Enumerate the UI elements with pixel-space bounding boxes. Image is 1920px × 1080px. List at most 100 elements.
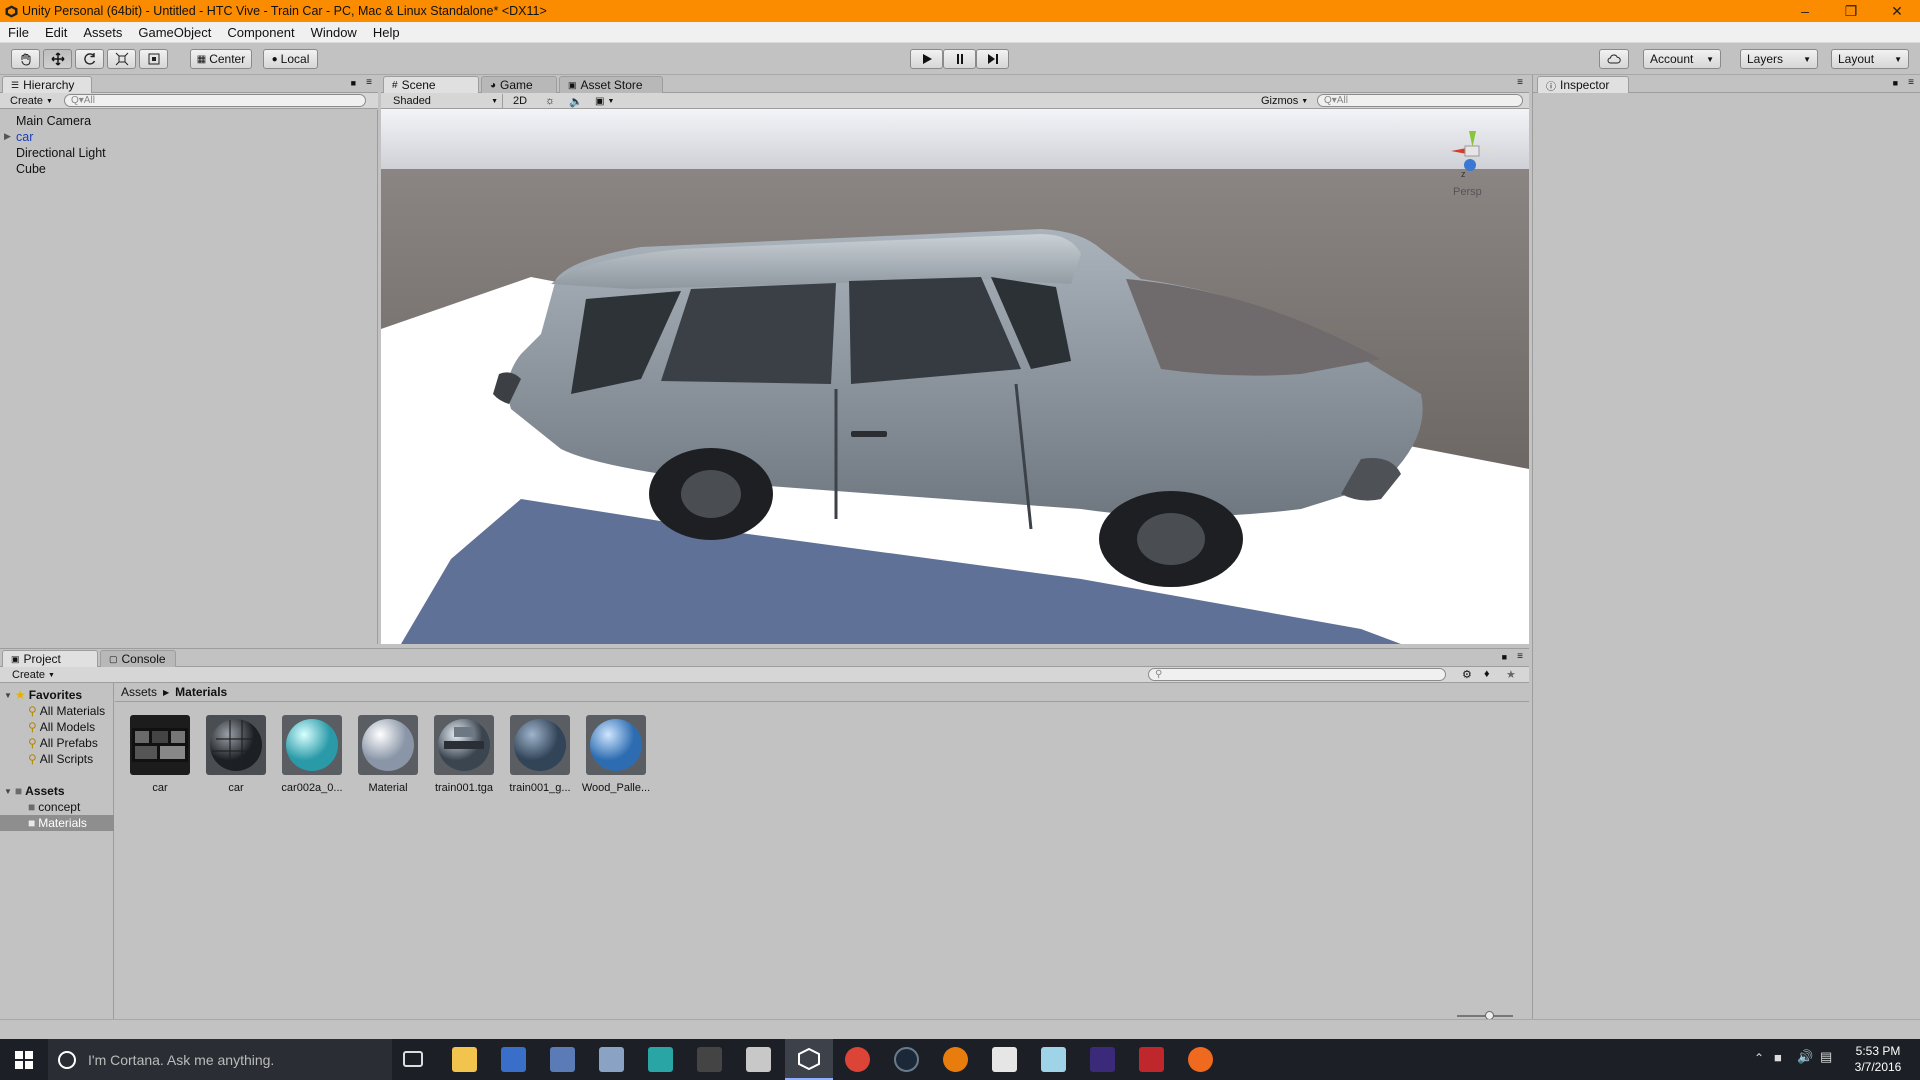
cloud-button[interactable] (1599, 49, 1629, 69)
hierarchy-search-input[interactable]: Q▾All (64, 94, 366, 107)
close-button[interactable]: ✕ (1874, 0, 1920, 22)
menu-component[interactable]: Component (219, 25, 302, 40)
filter-label-icon[interactable]: ♦ (1484, 668, 1490, 680)
asset-item[interactable]: car002a_0... (277, 715, 347, 794)
app-icon-8[interactable] (1188, 1047, 1213, 1072)
layers-dropdown[interactable]: Layers ▼ (1740, 49, 1818, 69)
star-icon[interactable]: ★ (1506, 668, 1516, 681)
zoom-slider[interactable] (1457, 1011, 1513, 1020)
tab-inspector[interactable]: ⓘ Inspector (1537, 76, 1629, 93)
app-icon-7[interactable] (1139, 1047, 1164, 1072)
hand-tool-button[interactable] (11, 49, 40, 69)
unity-taskbar-active[interactable] (785, 1039, 833, 1080)
calculator-icon[interactable] (746, 1047, 771, 1072)
app-icon-5[interactable] (1041, 1047, 1066, 1072)
lock-icon[interactable]: ■ (1502, 652, 1507, 662)
asset-item[interactable]: car (201, 715, 271, 794)
volume-icon[interactable]: 🔊 (1797, 1049, 1813, 1065)
hierarchy-item-directional-light[interactable]: Directional Light (16, 146, 106, 160)
tab-scene[interactable]: # Scene (383, 76, 479, 93)
audio-toggle[interactable]: 🔈 (565, 94, 587, 108)
steam-icon[interactable] (894, 1047, 919, 1072)
task-view-icon[interactable] (403, 1051, 423, 1067)
favorite-all-scripts[interactable]: ⚲ All Scripts (28, 751, 93, 767)
blender-icon[interactable] (943, 1047, 968, 1072)
lighting-toggle[interactable]: ☼ (541, 94, 559, 108)
tab-console[interactable]: ▢ Console (100, 650, 176, 667)
menu-gameobject[interactable]: GameObject (130, 25, 219, 40)
folder-concept[interactable]: ■ concept (28, 799, 80, 815)
store-icon[interactable] (501, 1047, 526, 1072)
breadcrumb-materials[interactable]: Materials (175, 685, 227, 699)
7zip-icon[interactable] (992, 1047, 1017, 1072)
assets-root-row[interactable]: ▼ ■ Assets (4, 783, 65, 799)
gizmos-dropdown[interactable]: Gizmos ▼ (1257, 94, 1312, 108)
project-create-dropdown[interactable]: Create ▼ (8, 668, 59, 682)
chrome-icon[interactable] (845, 1047, 870, 1072)
clock[interactable]: 5:53 PM 3/7/2016 (1846, 1043, 1910, 1075)
scene-search-input[interactable]: Q▾All (1317, 94, 1523, 107)
shading-dropdown[interactable]: Shaded ▼ (389, 94, 503, 108)
scene-viewport[interactable]: z Persp (381, 109, 1529, 644)
move-tool-button[interactable] (43, 49, 72, 69)
folder-materials[interactable]: ■ Materials (0, 815, 114, 831)
maximize-button[interactable]: ❐ (1828, 0, 1874, 22)
asset-item[interactable]: car (125, 715, 195, 794)
panel-menu-icon[interactable]: ≡ (366, 77, 372, 88)
filter-type-icon[interactable]: ⚙ (1462, 668, 1472, 681)
cortana-search-box[interactable]: I'm Cortana. Ask me anything. (48, 1039, 392, 1080)
play-button[interactable] (910, 49, 943, 69)
lock-icon[interactable]: ■ (1893, 78, 1898, 88)
expand-arrow-icon[interactable]: ▶ (4, 131, 11, 142)
menu-window[interactable]: Window (303, 25, 365, 40)
app-icon-2[interactable] (599, 1047, 624, 1072)
layout-dropdown[interactable]: Layout ▼ (1831, 49, 1909, 69)
start-button[interactable] (0, 1039, 48, 1080)
tab-asset-store[interactable]: ▣ Asset Store (559, 76, 663, 93)
menu-file[interactable]: File (0, 25, 37, 40)
asset-item[interactable]: Wood_Palle... (581, 715, 651, 794)
rotate-tool-button[interactable] (75, 49, 104, 69)
tab-project[interactable]: ▣ Project (2, 650, 98, 667)
project-search-input[interactable]: ⚲ (1148, 668, 1446, 681)
lock-icon[interactable]: ■ (351, 78, 356, 88)
rect-tool-button[interactable] (139, 49, 168, 69)
hierarchy-create-dropdown[interactable]: Create ▼ (6, 94, 57, 108)
asset-item[interactable]: Material (353, 715, 423, 794)
hierarchy-item-car[interactable]: car (16, 130, 33, 144)
favorite-all-models[interactable]: ⚲ All Models (28, 719, 95, 735)
app-icon-1[interactable] (550, 1047, 575, 1072)
menu-help[interactable]: Help (365, 25, 408, 40)
mode-2d-toggle[interactable]: 2D (509, 94, 531, 108)
favorite-all-materials[interactable]: ⚲ All Materials (28, 703, 105, 719)
tab-game[interactable]: ◕ Game (481, 76, 557, 93)
account-dropdown[interactable]: Account ▼ (1643, 49, 1721, 69)
network-icon[interactable]: ■ (1774, 1050, 1782, 1065)
asset-item[interactable]: train001_g... (505, 715, 575, 794)
panel-menu-icon[interactable]: ≡ (1517, 651, 1523, 662)
asset-item[interactable]: train001.tga (429, 715, 499, 794)
space-local-button[interactable]: ● Local (263, 49, 318, 69)
chevron-up-icon[interactable]: ⌃ (1754, 1051, 1764, 1065)
pause-button[interactable] (943, 49, 976, 69)
menu-assets[interactable]: Assets (75, 25, 130, 40)
favorite-all-prefabs[interactable]: ⚲ All Prefabs (28, 735, 98, 751)
breadcrumb-assets[interactable]: Assets (121, 685, 157, 699)
pivot-center-button[interactable]: ▦ Center (190, 49, 252, 69)
favorites-row[interactable]: ▼ ★ Favorites (4, 687, 82, 703)
app-icon-4[interactable] (697, 1047, 722, 1072)
app-icon-6[interactable] (1090, 1047, 1115, 1072)
step-button[interactable] (976, 49, 1009, 69)
file-explorer-icon[interactable] (452, 1047, 477, 1072)
hierarchy-item-cube[interactable]: Cube (16, 162, 46, 176)
menu-edit[interactable]: Edit (37, 25, 75, 40)
tab-hierarchy[interactable]: ☰ Hierarchy (2, 76, 92, 93)
hierarchy-item-main-camera[interactable]: Main Camera (16, 114, 91, 128)
app-icon-3[interactable] (648, 1047, 673, 1072)
panel-menu-icon[interactable]: ≡ (1908, 77, 1914, 88)
action-center-icon[interactable]: ▤ (1820, 1049, 1832, 1065)
minimize-button[interactable]: – (1782, 0, 1828, 22)
panel-menu-icon[interactable]: ≡ (1517, 77, 1523, 88)
effects-dropdown[interactable]: ▣ ▼ (591, 94, 618, 108)
scale-tool-button[interactable] (107, 49, 136, 69)
